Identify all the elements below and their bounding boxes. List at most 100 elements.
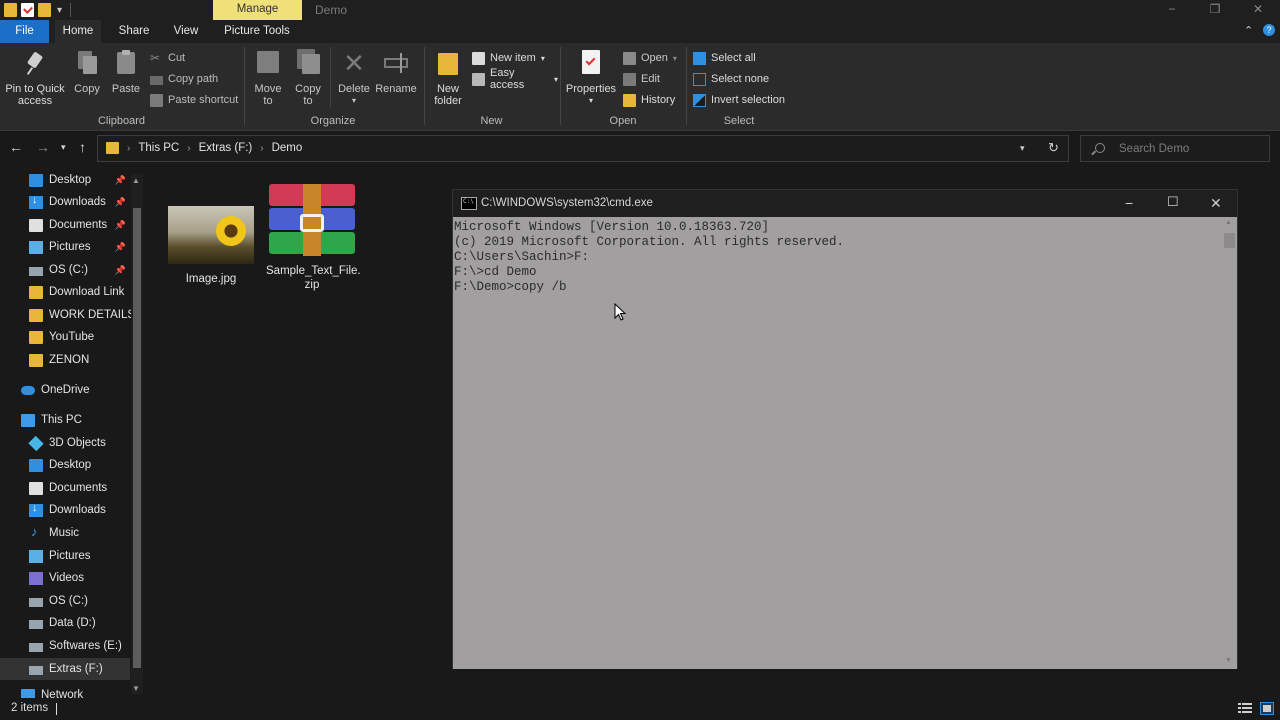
sidebar-item-documents[interactable]: Documents — [0, 477, 130, 499]
address-bar[interactable]: › This PC › Extras (F:) › Demo ▾ ↻ — [97, 135, 1069, 162]
cmd-close-button[interactable]: ✕ — [1210, 195, 1222, 212]
winrar-archive-icon — [269, 184, 355, 256]
sidebar-item-videos[interactable]: Videos — [0, 567, 130, 589]
customize-toolbar-arrow-icon[interactable]: ▾ — [57, 5, 62, 16]
breadcrumb-this-pc[interactable]: This PC — [138, 142, 179, 154]
pin-to-quick-access-button[interactable]: Pin to Quick access — [4, 49, 66, 107]
collapse-ribbon-icon[interactable]: ⌃ — [1244, 24, 1253, 37]
sidebar-item-os-c[interactable]: OS (C:) — [0, 590, 130, 612]
new-folder-quick-icon[interactable] — [38, 3, 51, 17]
dropdown-arrow-icon[interactable]: ▾ — [337, 95, 371, 107]
properties-icon — [578, 49, 604, 77]
scissors-icon: ✂ — [150, 50, 161, 65]
delete-label: Delete — [338, 83, 370, 95]
sidebar-item-downloads[interactable]: Downloads — [0, 499, 130, 521]
chevron-right-icon[interactable]: › — [127, 143, 130, 154]
tab-share[interactable]: Share — [112, 20, 156, 43]
scroll-down-icon[interactable]: ▼ — [1225, 657, 1232, 664]
file-item-zip[interactable]: Sample_Text_File. zip — [266, 184, 361, 292]
open-button[interactable]: Open ▾ — [623, 49, 677, 67]
sidebar-item-music[interactable]: Music — [0, 522, 130, 544]
tab-manage[interactable]: Manage — [213, 0, 302, 20]
help-icon[interactable]: ? — [1263, 24, 1275, 36]
tab-home[interactable]: Home — [55, 20, 101, 43]
file-item-image[interactable]: Image.jpg — [166, 206, 256, 286]
edit-button[interactable]: Edit — [623, 70, 660, 88]
large-icons-view-icon[interactable] — [1260, 702, 1274, 715]
back-arrow-icon[interactable]: ← — [9, 139, 23, 155]
sidebar-item-label: Pictures — [49, 241, 91, 253]
tab-view[interactable]: View — [165, 20, 207, 43]
select-all-button[interactable]: Select all — [693, 49, 756, 67]
copy-button[interactable]: Copy — [70, 49, 104, 95]
pin-icon: 📌 — [114, 174, 126, 185]
scroll-up-icon[interactable]: ▲ — [132, 176, 140, 185]
copy-to-button[interactable]: Copy to — [291, 49, 325, 107]
breadcrumb-demo[interactable]: Demo — [272, 142, 303, 154]
cmd-maximize-button[interactable]: ☐ — [1167, 194, 1179, 210]
chevron-right-icon[interactable]: › — [187, 143, 190, 154]
tab-file[interactable]: File — [0, 20, 49, 43]
sidebar-item-network[interactable]: Network — [0, 688, 130, 698]
new-item-button[interactable]: New item ▾ — [472, 49, 545, 67]
dropdown-arrow-icon[interactable]: ▾ — [565, 95, 617, 107]
recent-locations-icon[interactable]: ▾ — [61, 142, 66, 153]
cmd-minimize-button[interactable]: − — [1125, 195, 1133, 211]
sidebar-item-documents-quick[interactable]: Documents 📌 — [0, 214, 130, 236]
forward-arrow-icon[interactable]: → — [36, 139, 50, 155]
sidebar-item-work-details[interactable]: WORK DETAILS ( — [0, 304, 142, 326]
sidebar-item-this-pc[interactable]: This PC — [0, 409, 130, 431]
sidebar-item-os-c-quick[interactable]: OS (C:) 📌 — [0, 259, 130, 281]
maximize-button[interactable]: ❐ — [1193, 0, 1237, 20]
copy-path-button[interactable]: Copy path — [150, 70, 218, 88]
minimize-button[interactable]: − — [1150, 0, 1194, 20]
new-folder-button[interactable]: New folder — [429, 49, 467, 107]
cut-button[interactable]: ✂ Cut — [150, 49, 185, 67]
sidebar-item-downloads-quick[interactable]: Downloads 📌 — [0, 191, 130, 213]
scrollbar-thumb[interactable] — [1224, 233, 1235, 248]
paste-button[interactable]: Paste — [108, 49, 144, 95]
properties-button[interactable]: Properties ▾ — [565, 49, 617, 107]
sidebar-item-3d-objects[interactable]: 3D Objects — [0, 432, 130, 454]
sidebar-item-softwares-e[interactable]: Softwares (E:) — [0, 635, 130, 657]
chevron-right-icon[interactable]: › — [260, 143, 263, 154]
select-none-button[interactable]: Select none — [693, 70, 769, 88]
folder-icon — [29, 308, 43, 322]
breadcrumb-extras-f[interactable]: Extras (F:) — [199, 142, 253, 154]
refresh-icon[interactable]: ↻ — [1048, 140, 1059, 156]
sidebar-item-desktop[interactable]: Desktop — [0, 454, 130, 476]
details-view-icon[interactable] — [1238, 702, 1252, 715]
navigation-scrollbar[interactable]: ▲ ▼ — [131, 174, 143, 694]
move-to-button[interactable]: Move to — [251, 49, 285, 107]
sidebar-item-download-link[interactable]: Download Link — [0, 281, 130, 303]
sidebar-item-data-d[interactable]: Data (D:) — [0, 612, 130, 634]
search-input[interactable]: Search Demo — [1080, 135, 1270, 162]
up-arrow-icon[interactable]: ↑ — [79, 139, 86, 155]
properties-quick-icon[interactable] — [21, 3, 34, 17]
invert-selection-icon — [693, 93, 706, 107]
scroll-up-icon[interactable]: ▲ — [1225, 219, 1232, 226]
sidebar-item-extras-f[interactable]: Extras (F:) — [0, 658, 130, 680]
close-button[interactable]: ✕ — [1236, 0, 1280, 20]
cmd-window[interactable]: C:\WINDOWS\system32\cmd.exe − ☐ ✕ Micros… — [452, 189, 1238, 669]
sidebar-item-desktop-quick[interactable]: Desktop 📌 — [0, 169, 130, 191]
scroll-down-icon[interactable]: ▼ — [132, 684, 140, 693]
sidebar-item-zenon[interactable]: ZENON — [0, 349, 130, 371]
cmd-scrollbar[interactable]: ▲ ▼ — [1222, 217, 1237, 669]
invert-selection-button[interactable]: Invert selection — [693, 91, 785, 109]
history-button[interactable]: History — [623, 91, 675, 109]
address-dropdown-icon[interactable]: ▾ — [1020, 143, 1025, 154]
console-output[interactable]: Microsoft Windows [Version 10.0.18363.72… — [453, 217, 1222, 669]
rename-button[interactable]: Rename — [375, 49, 417, 95]
delete-button[interactable]: ✕ Delete ▾ — [337, 49, 371, 107]
easy-access-button[interactable]: Easy access ▾ — [472, 67, 558, 91]
tab-picture-tools[interactable]: Picture Tools — [218, 20, 296, 43]
scrollbar-thumb[interactable] — [133, 208, 141, 668]
sidebar-item-pictures[interactable]: Pictures — [0, 545, 130, 567]
sidebar-item-onedrive[interactable]: OneDrive — [0, 379, 130, 401]
sidebar-item-pictures-quick[interactable]: Pictures 📌 — [0, 236, 130, 258]
new-item-label: New item — [490, 52, 536, 64]
cmd-title-bar[interactable]: C:\WINDOWS\system32\cmd.exe − ☐ ✕ — [453, 190, 1237, 217]
paste-shortcut-button[interactable]: Paste shortcut — [150, 91, 238, 109]
sidebar-item-youtube[interactable]: YouTube — [0, 326, 130, 348]
